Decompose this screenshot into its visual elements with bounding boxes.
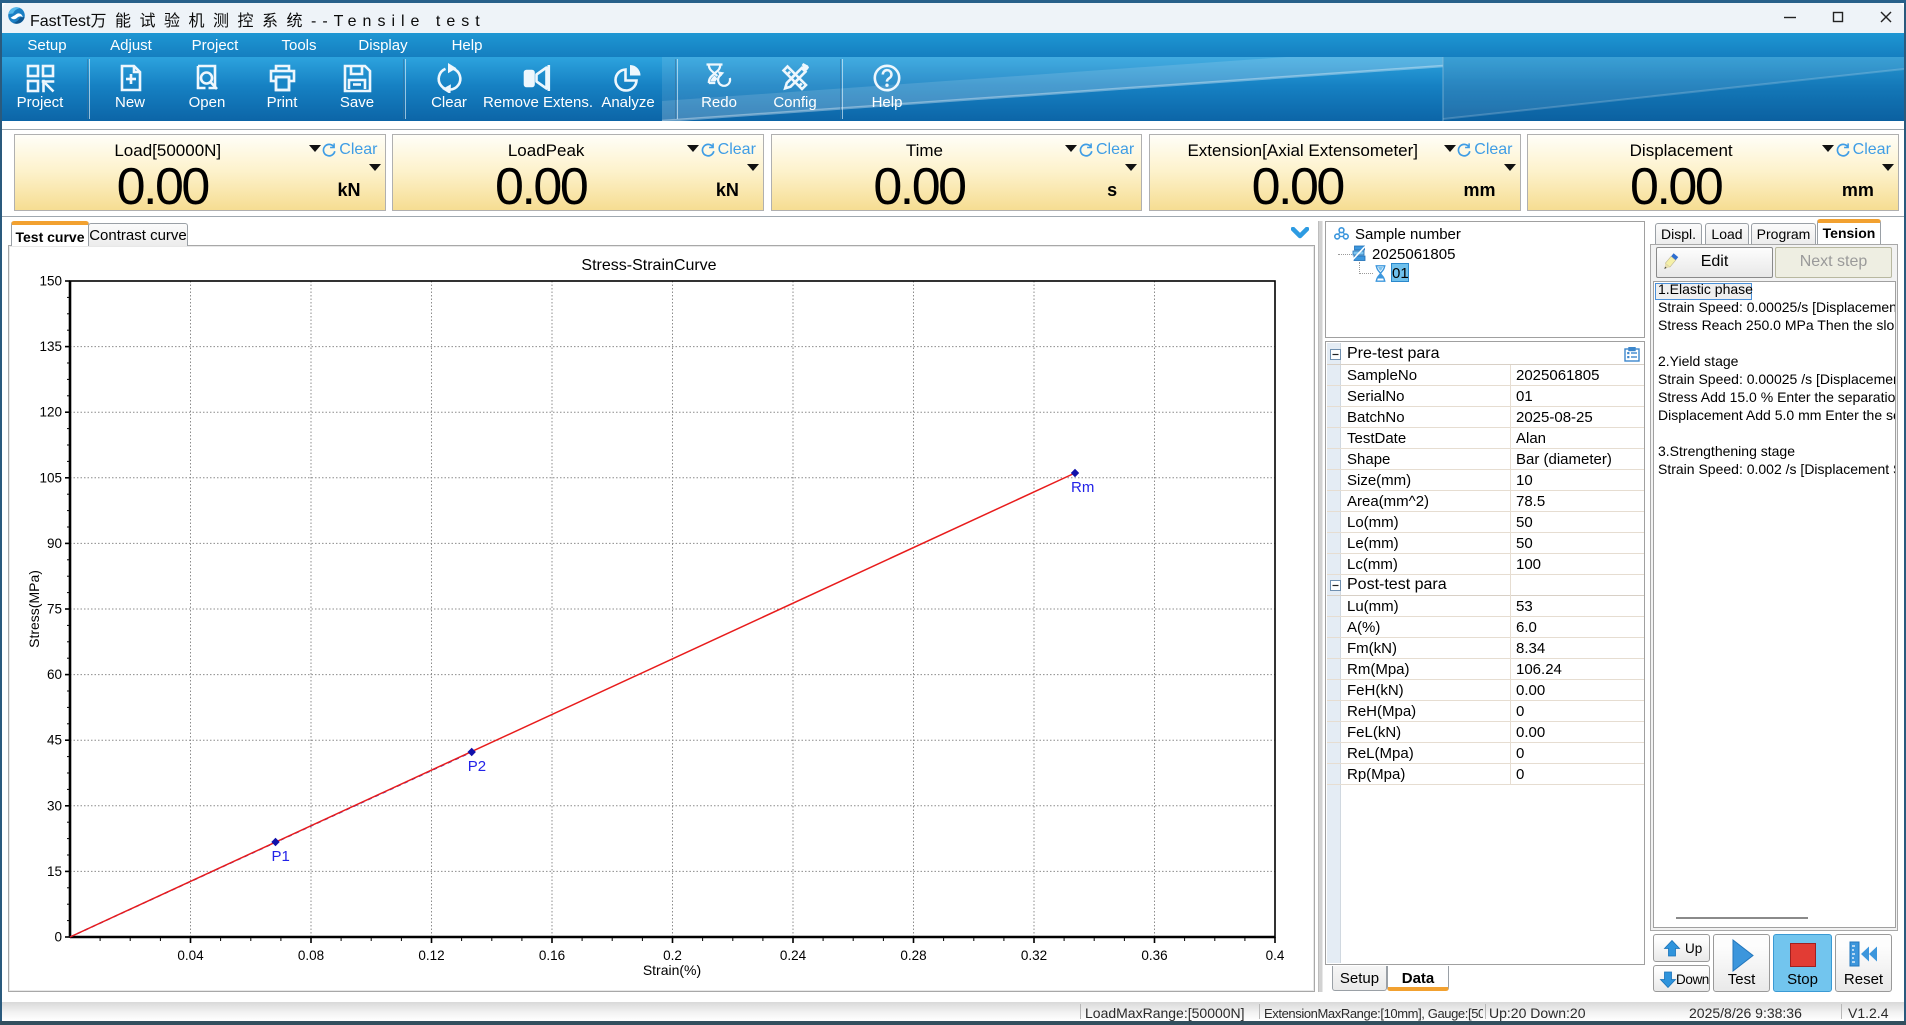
svg-text:0.36: 0.36 (1141, 948, 1167, 963)
svg-text:150: 150 (39, 274, 62, 289)
svg-text:120: 120 (39, 405, 62, 420)
svg-text:30: 30 (47, 798, 62, 813)
svg-text:P1: P1 (272, 848, 290, 865)
svg-text:0.04: 0.04 (177, 948, 204, 963)
svg-text:0.2: 0.2 (663, 948, 682, 963)
svg-text:75: 75 (47, 602, 62, 617)
svg-text:0.4: 0.4 (1266, 948, 1285, 963)
svg-text:60: 60 (47, 667, 62, 682)
svg-text:0.12: 0.12 (418, 948, 444, 963)
svg-text:Strain(%): Strain(%) (643, 962, 701, 978)
svg-text:15: 15 (47, 864, 62, 879)
svg-text:135: 135 (39, 339, 62, 354)
svg-text:90: 90 (47, 536, 62, 551)
svg-text:Stress(MPa): Stress(MPa) (26, 570, 42, 648)
svg-text:Stress-StrainCurve: Stress-StrainCurve (581, 257, 716, 274)
svg-text:0: 0 (54, 930, 62, 945)
svg-text:Rm: Rm (1071, 479, 1094, 496)
svg-text:0.28: 0.28 (900, 948, 926, 963)
svg-text:0.24: 0.24 (780, 948, 807, 963)
svg-text:105: 105 (39, 470, 62, 485)
svg-text:0.32: 0.32 (1021, 948, 1047, 963)
svg-text:0.08: 0.08 (298, 948, 324, 963)
svg-text:P2: P2 (468, 758, 486, 775)
svg-text:45: 45 (47, 733, 62, 748)
svg-text:0.16: 0.16 (539, 948, 565, 963)
